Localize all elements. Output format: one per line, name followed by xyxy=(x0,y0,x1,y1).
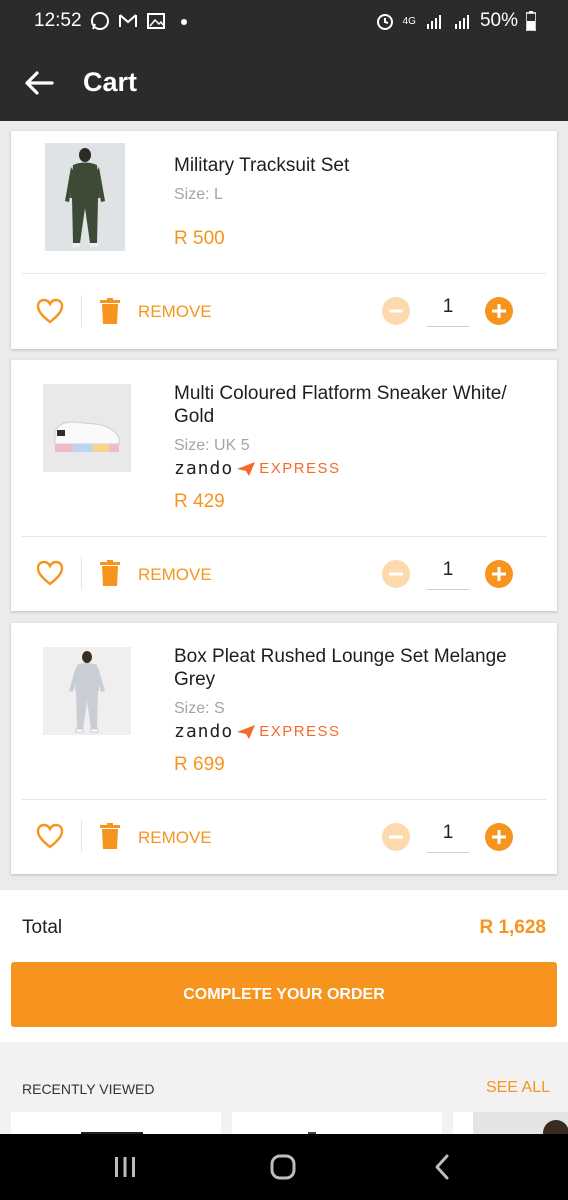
product-price: R 699 xyxy=(174,754,225,775)
card-divider xyxy=(22,799,546,800)
cart-item-card: Military Tracksuit Set Size: L R 500 REM… xyxy=(11,131,557,349)
status-time: 12:52 xyxy=(34,10,82,31)
cart-item-card: Multi Coloured Flatform Sneaker White/ G… xyxy=(11,360,557,611)
app-bar: Cart xyxy=(0,44,568,121)
product-image-tracksuit[interactable] xyxy=(45,143,125,251)
total-value: R 1,628 xyxy=(479,917,546,938)
trash-icon[interactable] xyxy=(100,298,120,324)
gmail-icon xyxy=(118,14,137,27)
wishlist-heart-icon[interactable] xyxy=(36,560,64,586)
decrease-quantity-button[interactable] xyxy=(382,297,410,325)
action-separator xyxy=(81,295,82,327)
express-delivery-badge: zando EXPRESS xyxy=(174,721,341,742)
wishlist-heart-icon[interactable] xyxy=(36,298,64,324)
see-all-link[interactable]: SEE ALL xyxy=(486,1079,550,1097)
express-brand: zando xyxy=(174,458,234,479)
signal-2-icon xyxy=(454,15,469,29)
alarm-icon xyxy=(376,14,393,30)
card-divider xyxy=(22,273,546,274)
paper-plane-icon xyxy=(237,724,256,739)
express-label: EXPRESS xyxy=(259,723,341,740)
product-price: R 500 xyxy=(174,228,225,249)
recently-viewed-title: RECENTLY VIEWED xyxy=(22,1081,155,1097)
notification-dot-icon xyxy=(180,19,187,25)
gallery-icon xyxy=(146,13,165,29)
cart-item-card: Box Pleat Rushed Lounge Set Melange Grey… xyxy=(11,623,557,874)
express-brand: zando xyxy=(174,721,234,742)
product-name[interactable]: Box Pleat Rushed Lounge Set Melange Grey xyxy=(174,645,539,691)
trash-icon[interactable] xyxy=(100,823,120,849)
battery-percent: 50% xyxy=(479,10,518,31)
page-title: Cart xyxy=(83,67,138,97)
decrease-quantity-button[interactable] xyxy=(382,823,410,851)
recently-viewed-section: RECENTLY VIEWED SEE ALL xyxy=(0,1042,568,1134)
quantity-value[interactable]: 1 xyxy=(427,822,469,853)
quantity-value[interactable]: 1 xyxy=(427,296,469,327)
remove-button[interactable]: REMOVE xyxy=(138,302,212,322)
tracksuit-figure-icon xyxy=(65,148,105,247)
wishlist-heart-icon[interactable] xyxy=(36,823,64,849)
back-arrow-icon[interactable] xyxy=(22,66,56,100)
remove-button[interactable]: REMOVE xyxy=(138,828,212,848)
product-name[interactable]: Multi Coloured Flatform Sneaker White/ G… xyxy=(174,382,539,428)
signal-icon xyxy=(426,15,441,29)
product-size: Size: UK 5 xyxy=(174,437,250,454)
trash-icon[interactable] xyxy=(100,560,120,586)
card-divider xyxy=(22,536,546,537)
status-bar: 12:52 4G 50% xyxy=(0,0,568,44)
action-separator xyxy=(81,557,82,589)
system-navigation-bar xyxy=(0,1134,568,1200)
network-type: 4G xyxy=(402,15,416,27)
product-size: Size: L xyxy=(174,186,223,203)
increase-quantity-button[interactable] xyxy=(485,297,513,325)
product-name[interactable]: Military Tracksuit Set xyxy=(174,154,539,177)
paper-plane-icon xyxy=(237,461,256,476)
express-label: EXPRESS xyxy=(259,460,341,477)
system-back-icon[interactable] xyxy=(428,1152,458,1182)
product-image-lounge-set[interactable] xyxy=(43,647,131,735)
recently-viewed-item[interactable] xyxy=(232,1112,442,1134)
whatsapp-icon xyxy=(90,12,109,30)
remove-button[interactable]: REMOVE xyxy=(138,565,212,585)
decrease-quantity-button[interactable] xyxy=(382,560,410,588)
express-delivery-badge: zando EXPRESS xyxy=(174,458,341,479)
home-icon[interactable] xyxy=(268,1152,298,1182)
lounge-set-figure-icon xyxy=(69,651,105,733)
action-separator xyxy=(81,820,82,852)
recent-apps-icon[interactable] xyxy=(110,1152,140,1182)
order-summary: Total R 1,628 COMPLETE YOUR ORDER xyxy=(0,890,568,1042)
increase-quantity-button[interactable] xyxy=(485,823,513,851)
product-image-sneaker[interactable] xyxy=(43,384,131,472)
total-label: Total xyxy=(22,917,63,938)
battery-icon xyxy=(526,11,536,31)
sneaker-icon xyxy=(54,421,120,452)
product-size: Size: S xyxy=(174,700,225,717)
product-price: R 429 xyxy=(174,491,225,512)
increase-quantity-button[interactable] xyxy=(485,560,513,588)
complete-order-button[interactable]: COMPLETE YOUR ORDER xyxy=(11,962,557,1027)
recently-viewed-item[interactable] xyxy=(11,1112,221,1134)
quantity-value[interactable]: 1 xyxy=(427,559,469,590)
recently-viewed-item[interactable] xyxy=(453,1112,568,1134)
